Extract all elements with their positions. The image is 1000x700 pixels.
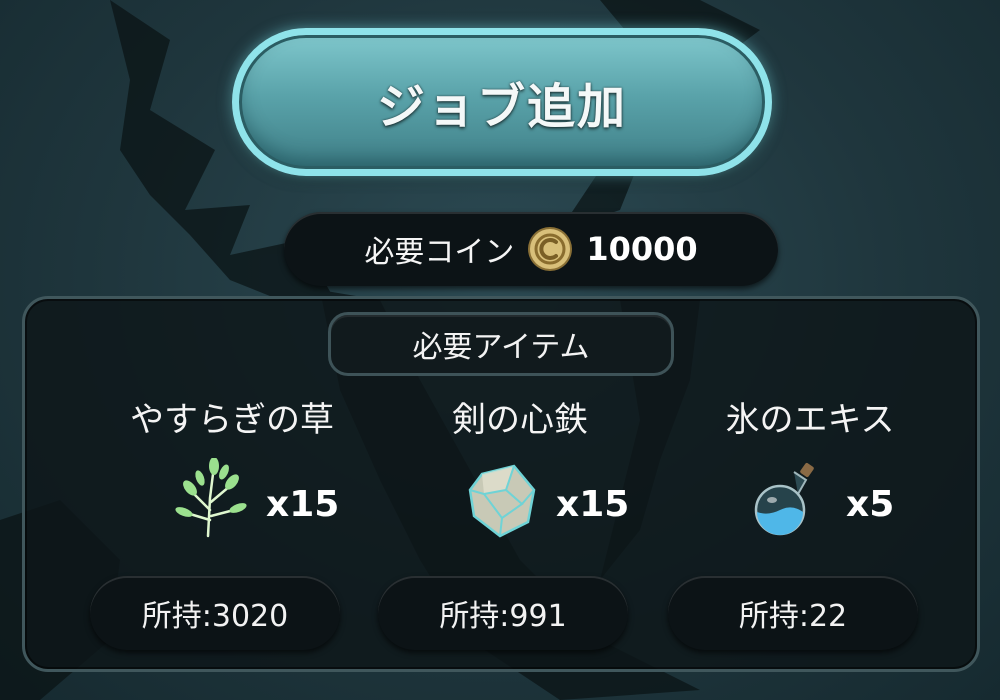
add-job-button-label: ジョブ追加 (376, 79, 627, 135)
required-item-1: やすらぎの草 x15 所持:3020 (82, 392, 382, 662)
required-coin-value: 10000 (586, 230, 698, 268)
required-item-3: 氷のエキス x5 所持:22 (660, 392, 960, 662)
potion-flask-icon (754, 463, 814, 536)
item-quantity: x15 (556, 484, 630, 525)
owned-count-pill: 所持:3020 (90, 576, 340, 650)
required-items-title-tab: 必要アイテム (328, 312, 674, 376)
ore-stone-icon (468, 464, 536, 538)
item-quantity: x5 (846, 484, 895, 525)
owned-count-pill: 所持:22 (668, 576, 918, 650)
herb-icon (175, 458, 247, 538)
coin-icon (528, 227, 573, 271)
owned-count: 所持:991 (439, 599, 567, 634)
required-coin-label: 必要コイン (364, 235, 515, 270)
required-item-2: 剣の心鉄 x15 所持:991 (370, 392, 670, 662)
owned-count: 所持:22 (738, 599, 848, 634)
required-items-title: 必要アイテム (412, 330, 590, 365)
item-name: 氷のエキス (725, 400, 895, 440)
owned-count: 所持:3020 (141, 599, 289, 634)
item-quantity: x15 (266, 484, 340, 525)
item-name: やすらぎの草 (130, 400, 334, 440)
owned-count-pill: 所持:991 (378, 576, 628, 650)
required-coin-bar: 必要コイン 10000 (284, 212, 778, 286)
item-name: 剣の心鉄 (452, 400, 588, 440)
add-job-button[interactable]: ジョブ追加 (232, 28, 772, 176)
